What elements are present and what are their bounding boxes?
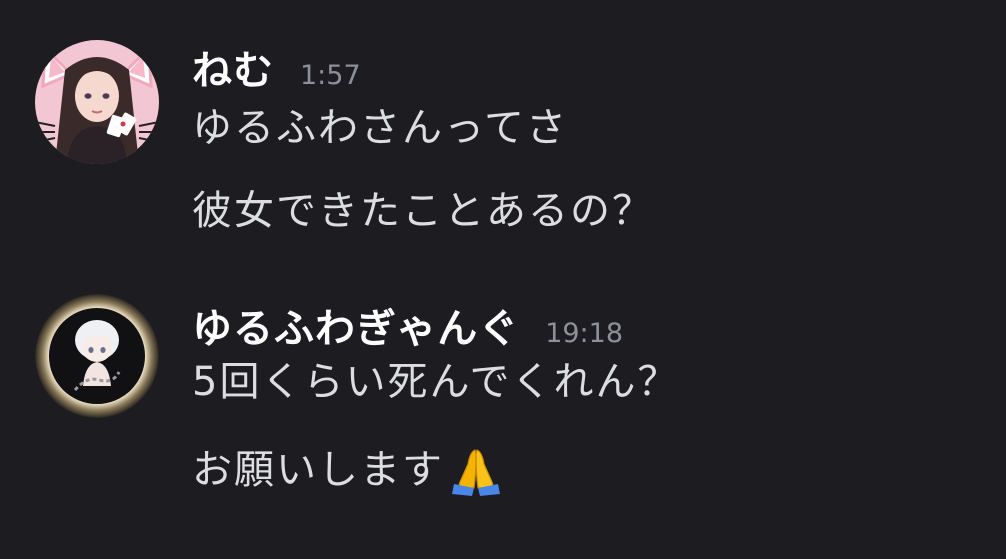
username[interactable]: ゆるふわぎゃんぐ [192, 296, 519, 354]
cat-ear-girl-avatar-icon[interactable] [35, 40, 159, 164]
folded-hands-emoji-icon [450, 444, 502, 496]
username[interactable]: ねむ [192, 38, 274, 96]
timestamp: 19:18 [545, 318, 624, 349]
message-header: ねむ 1:57 [192, 38, 361, 98]
message-group: ゆるふわぎゃんぐ 19:18 5回くらい死んでくれん？ お願いします [0, 270, 1006, 559]
message-text: ゆるふわさんってさ [192, 105, 568, 151]
message-text-with-emoji: お願いします [192, 444, 502, 496]
message-text: 5回くらい死んでくれん？ [192, 359, 680, 405]
message-header: ゆるふわぎゃんぐ 19:18 [192, 296, 623, 356]
message-text: お願いします [192, 447, 444, 493]
timestamp: 1:57 [300, 60, 361, 91]
white-hair-chibi-avatar-icon[interactable] [35, 294, 159, 418]
message-group: ねむ 1:57 ゆるふわさんってさ 彼女できたことあるの？ [0, 0, 1006, 270]
message-text: 彼女できたことあるの？ [192, 188, 654, 234]
